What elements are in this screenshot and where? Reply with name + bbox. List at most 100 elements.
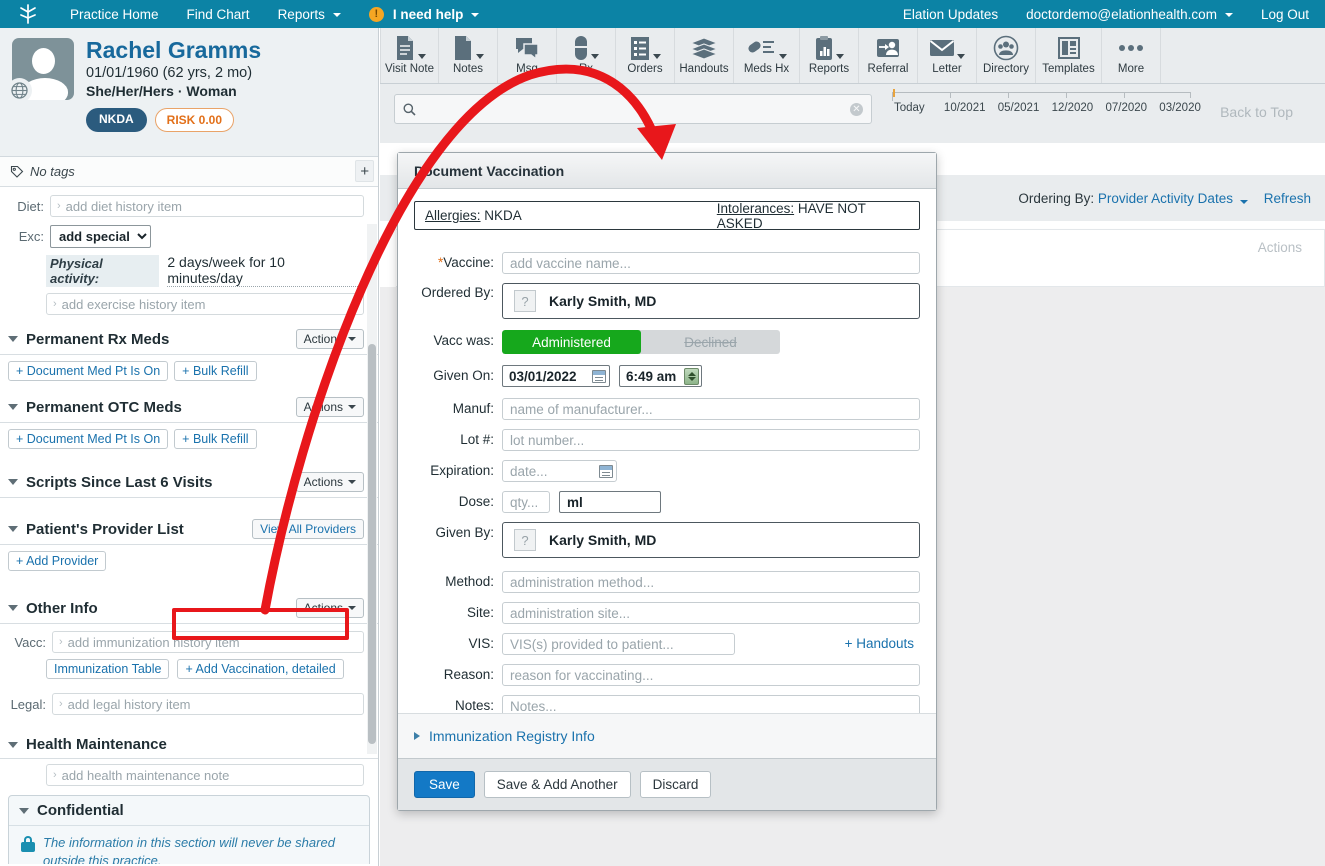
time-stepper[interactable]	[684, 368, 699, 385]
toolbar-more[interactable]: More	[1102, 28, 1161, 83]
toolbar-notes[interactable]: Notes	[439, 28, 498, 83]
timeline-label-4[interactable]: 07/2020	[1099, 102, 1153, 114]
nav-elation-updates[interactable]: Elation Updates	[889, 0, 1012, 28]
immunization-registry-section[interactable]: Immunization Registry Info	[398, 713, 936, 758]
expiration-input[interactable]: date...	[502, 460, 617, 482]
toolbar-visit-note[interactable]: Visit Note	[380, 28, 439, 83]
timeline-label-today[interactable]: Today	[892, 102, 938, 114]
immunization-table-button[interactable]: Immunization Table	[46, 659, 169, 679]
status-badge-nkda[interactable]: NKDA	[86, 108, 147, 132]
chevron-down-icon[interactable]	[836, 54, 844, 59]
timeline-label-1[interactable]: 10/2021	[938, 102, 992, 114]
manuf-input[interactable]: name of manufacturer...	[502, 398, 920, 420]
ordering-by-value[interactable]: Provider Activity Dates	[1098, 191, 1233, 206]
section-header-scripts-since-last-6-visits[interactable]: Scripts Since Last 6 Visits Actions	[0, 467, 378, 498]
toolbar-letter[interactable]: Letter	[918, 28, 977, 83]
chart-search-box[interactable]: ✕	[394, 94, 872, 124]
toolbar-templates[interactable]: Templates	[1036, 28, 1102, 83]
timeline-label-2[interactable]: 05/2021	[992, 102, 1046, 114]
bulk-refill-button-rx[interactable]: + Bulk Refill	[174, 361, 256, 381]
health-maintenance-input[interactable]: › add health maintenance note	[46, 764, 364, 786]
clear-circle-icon[interactable]: ✕	[850, 103, 863, 116]
section-header-other-info[interactable]: Other Info Actions	[0, 593, 378, 624]
lot-input[interactable]: lot number...	[502, 429, 920, 451]
triangle-down-icon[interactable]	[19, 808, 29, 814]
chevron-down-icon[interactable]	[957, 54, 965, 59]
toggle-administered[interactable]: Administered	[502, 330, 641, 354]
actions-button-scripts[interactable]: Actions	[296, 472, 364, 492]
given-on-time-input[interactable]: 6:49 am	[619, 365, 702, 387]
diet-input[interactable]: › add diet history item	[50, 195, 364, 217]
immunization-registry-link[interactable]: Immunization Registry Info	[429, 728, 595, 744]
refresh-link[interactable]: Refresh	[1264, 191, 1311, 206]
sidebar-scrollbar-thumb[interactable]	[368, 344, 376, 744]
sidebar-scroll-region[interactable]: Diet: › add diet history item Exc: add s…	[0, 187, 378, 864]
nav-practice-home[interactable]: Practice Home	[56, 0, 173, 28]
triangle-down-icon[interactable]	[8, 404, 18, 410]
site-input[interactable]: administration site...	[502, 602, 920, 624]
toolbar-meds-hx[interactable]: Meds Hx	[734, 28, 800, 83]
dose-unit-input[interactable]: ml	[559, 491, 661, 513]
section-header-permanent-otc-meds[interactable]: Permanent OTC Meds Actions	[0, 392, 378, 423]
add-vaccination-detailed-button[interactable]: + Add Vaccination, detailed	[177, 659, 343, 679]
chevron-down-icon[interactable]	[1240, 200, 1248, 204]
save-button[interactable]: Save	[414, 771, 475, 798]
toolbar-msg[interactable]: Msg	[498, 28, 557, 83]
section-header-permanent-rx-meds[interactable]: Permanent Rx Meds Actions	[0, 324, 378, 355]
sidebar-scrollbar[interactable]	[367, 224, 377, 754]
bulk-refill-button-otc[interactable]: + Bulk Refill	[174, 429, 256, 449]
toolbar-directory[interactable]: Directory	[977, 28, 1036, 83]
discard-button[interactable]: Discard	[640, 771, 712, 798]
back-to-top-link[interactable]: Back to Top	[1220, 104, 1293, 120]
actions-button-otc-meds[interactable]: Actions	[296, 397, 364, 417]
section-header-confidential[interactable]: Confidential	[9, 796, 369, 826]
actions-button-rx-meds[interactable]: Actions	[296, 329, 364, 349]
ordered-by-field[interactable]: ? Karly Smith, MD	[502, 283, 920, 319]
triangle-right-icon[interactable]	[414, 732, 420, 740]
physical-activity-value[interactable]: 2 days/week for 10 minutes/day	[167, 254, 364, 287]
avatar[interactable]	[12, 38, 74, 100]
chevron-down-icon[interactable]	[591, 54, 599, 59]
actions-button-other-info[interactable]: Actions	[296, 598, 364, 618]
notes-textarea[interactable]: Notes...	[502, 695, 920, 713]
nav-find-chart[interactable]: Find Chart	[173, 0, 264, 28]
vacc-was-toggle[interactable]: Administered Declined	[502, 330, 780, 354]
save-and-add-another-button[interactable]: Save & Add Another	[484, 771, 631, 798]
toolbar-referral[interactable]: Referral	[859, 28, 918, 83]
dose-qty-input[interactable]: qty...	[502, 491, 550, 513]
triangle-down-icon[interactable]	[8, 479, 18, 485]
patient-name[interactable]: Rachel Gramms	[86, 38, 261, 62]
vacc-input[interactable]: › add immunization history item	[52, 631, 364, 653]
timeline-label-5[interactable]: 03/2020	[1153, 102, 1207, 114]
triangle-down-icon[interactable]	[8, 336, 18, 342]
given-on-date-input[interactable]: 03/01/2022	[502, 365, 610, 387]
reason-input[interactable]: reason for vaccinating...	[502, 664, 920, 686]
toggle-declined[interactable]: Declined	[641, 330, 780, 354]
calendar-icon[interactable]	[592, 370, 606, 383]
toolbar-reports[interactable]: Reports	[800, 28, 859, 83]
nav-account-menu[interactable]: doctordemo@elationhealth.com	[1012, 0, 1247, 28]
toolbar-rx[interactable]: Rx	[557, 28, 616, 83]
legal-input[interactable]: › add legal history item	[52, 693, 364, 715]
document-med-pt-is-on-button-otc[interactable]: + Document Med Pt Is On	[8, 429, 168, 449]
timeline-label-3[interactable]: 12/2020	[1045, 102, 1099, 114]
toolbar-handouts[interactable]: Handouts	[675, 28, 734, 83]
add-handouts-link[interactable]: + Handouts	[845, 633, 920, 655]
chart-timeline[interactable]: Today 10/2021 05/2021 12/2020 07/2020 03…	[892, 92, 1207, 114]
triangle-down-icon[interactable]	[8, 605, 18, 611]
nav-log-out[interactable]: Log Out	[1247, 0, 1325, 28]
add-tag-button[interactable]: +	[355, 160, 374, 182]
vaccine-input[interactable]: add vaccine name...	[502, 252, 920, 274]
triangle-down-icon[interactable]	[8, 742, 18, 748]
triangle-down-icon[interactable]	[8, 526, 18, 532]
toolbar-orders[interactable]: Orders	[616, 28, 675, 83]
chevron-down-icon[interactable]	[779, 54, 787, 59]
view-all-providers-button[interactable]: View All Providers	[252, 519, 364, 539]
card-actions-label[interactable]: Actions	[1258, 240, 1302, 255]
chevron-down-icon[interactable]	[418, 54, 426, 59]
exc-special-select[interactable]: add special	[50, 225, 151, 248]
chevron-down-icon[interactable]	[476, 54, 484, 59]
vis-input[interactable]: VIS(s) provided to patient...	[502, 633, 735, 655]
given-by-field[interactable]: ? Karly Smith, MD	[502, 522, 920, 558]
status-badge-risk[interactable]: RISK 0.00	[155, 108, 234, 132]
